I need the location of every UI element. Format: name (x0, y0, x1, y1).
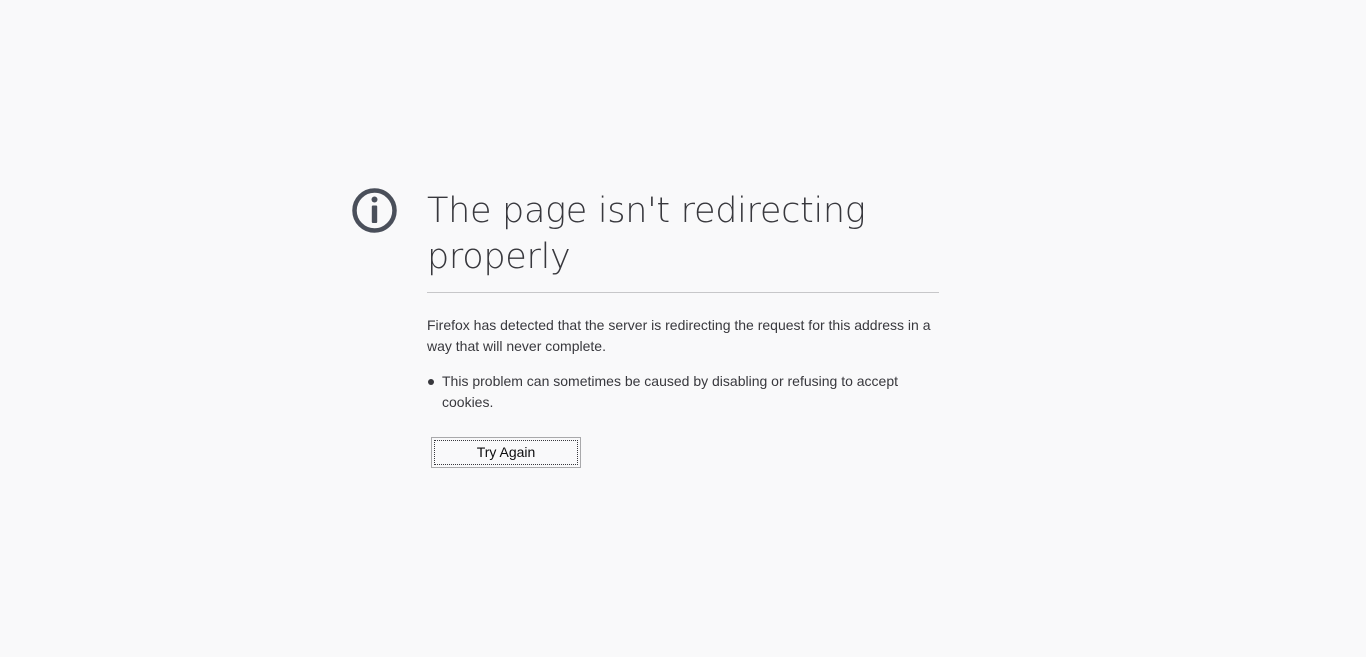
bullet-icon (428, 379, 434, 385)
hint-list: This problem can sometimes be caused by … (427, 371, 939, 413)
info-icon (352, 188, 397, 233)
list-item: This problem can sometimes be caused by … (427, 371, 939, 413)
hint-text: This problem can sometimes be caused by … (442, 373, 899, 410)
error-content: The page isn't redirecting properly Fire… (427, 188, 939, 413)
error-description: Firefox has detected that the server is … (427, 317, 931, 354)
error-page: The page isn't redirecting properly Fire… (0, 0, 1366, 657)
page-title: The page isn't redirecting properly (427, 188, 939, 293)
try-again-label: Try Again (434, 440, 578, 465)
try-again-button[interactable]: Try Again (431, 437, 581, 468)
